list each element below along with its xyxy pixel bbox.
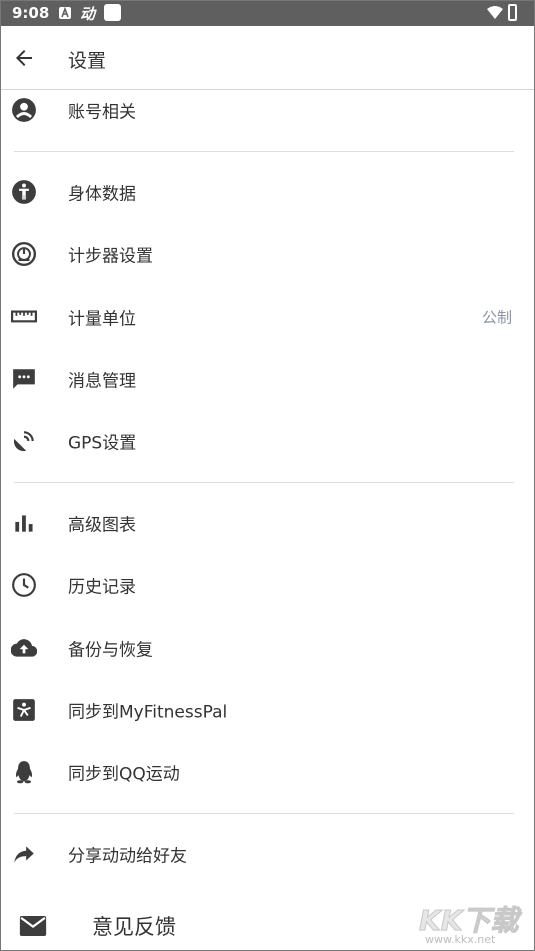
divider [14,151,514,152]
dong-icon: 动 [80,5,96,23]
screen-frame [0,0,535,951]
settings-item-label: 历史记录 [68,577,136,598]
white-square-icon [104,4,121,21]
account-circle-icon [11,97,37,123]
status-bar: 9:08 动 [0,0,535,26]
settings-item-qq[interactable]: 同步到QQ运动 [0,743,530,801]
myfitnesspal-icon [11,697,37,723]
settings-item-label: 同步到MyFitnessPal [68,702,228,723]
speedometer-icon [11,241,37,267]
ruler-icon [11,304,37,330]
watermark-logo: KK下载 www.kkx.net [417,899,527,949]
wifi-icon [487,5,503,24]
arrow-left-icon[interactable] [12,46,36,70]
qq-penguin-icon [11,759,37,785]
settings-item-myfitnesspal[interactable]: 同步到MyFitnessPal [0,681,530,739]
bar-chart-icon [11,510,37,536]
satellite-icon [11,428,37,454]
settings-item-label: 意见反馈 [92,915,176,939]
cloud-upload-icon [10,635,38,661]
settings-item-units[interactable]: 计量单位 公制 [0,288,530,346]
settings-item-label: 计量单位 [68,309,136,330]
battery-icon [508,4,517,21]
settings-item-history[interactable]: 历史记录 [0,556,530,614]
divider [14,482,514,483]
settings-item-body-data[interactable]: 身体数据 [0,163,530,221]
settings-item-share[interactable]: 分享动动给好友 [0,825,530,883]
person-icon [11,179,37,205]
settings-item-charts[interactable]: 高级图表 [0,494,530,552]
units-value: 公制 [481,308,512,327]
settings-item-label: 备份与恢复 [68,640,153,661]
settings-item-messages[interactable]: 消息管理 [0,350,530,408]
settings-item-label: 账号相关 [68,102,136,123]
settings-item-label: 高级图表 [68,515,136,536]
settings-item-account[interactable]: 账号相关 [0,81,530,139]
settings-item-label: 计步器设置 [68,246,153,267]
settings-item-label: 同步到QQ运动 [68,764,180,785]
a-icon [58,5,72,19]
clock-icon [11,572,37,598]
watermark-url: www.kkx.net [425,933,496,946]
settings-item-backup[interactable]: 备份与恢复 [0,619,530,677]
settings-item-gps[interactable]: GPS设置 [0,412,530,470]
divider [14,813,514,814]
settings-item-label: 消息管理 [68,371,136,392]
settings-item-label: 身体数据 [68,184,136,205]
status-time: 9:08 [12,4,50,22]
settings-item-label: 分享动动给好友 [68,846,187,867]
settings-item-label: GPS设置 [68,433,137,454]
page-title: 设置 [68,50,107,72]
share-arrow-icon [11,841,37,867]
mail-icon [18,911,48,941]
settings-item-pedometer[interactable]: 计步器设置 [0,225,530,283]
message-icon [11,366,37,392]
